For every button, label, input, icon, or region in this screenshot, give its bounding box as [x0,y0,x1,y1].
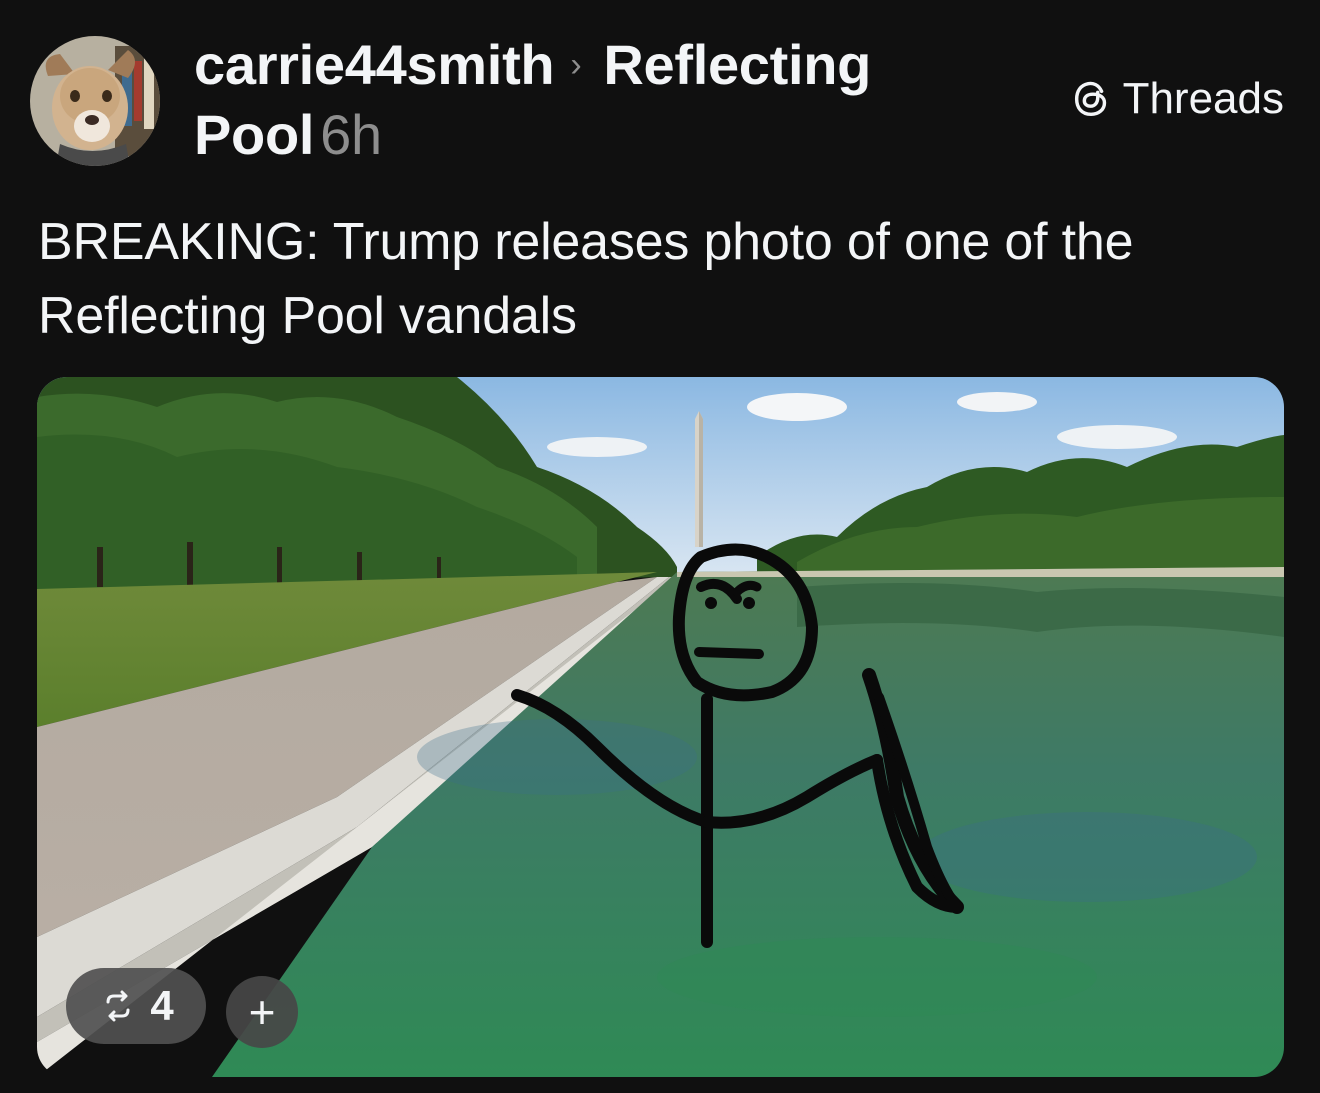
avatar[interactable] [30,36,160,166]
plus-icon: + [248,986,276,1038]
repost-count-button[interactable]: 4 [66,968,206,1044]
threads-label: Threads [1122,74,1284,123]
username-link[interactable]: carrie44smith [194,33,555,96]
dog-avatar-icon [30,36,160,166]
repost-icon [106,990,130,1022]
post-body: BREAKING: Trump releases photo of one of… [38,205,1298,353]
post-header: carrie44smith › Reflecting Pool 6h [194,30,974,170]
post-text-line: Reflecting Pool vandals [38,287,577,345]
community-name-line2: Pool [194,103,315,166]
post-timestamp: 6h [320,103,382,166]
repost-count: 4 [150,982,174,1029]
threads-logo-icon [1074,81,1106,117]
threads-brand: Threads [1069,74,1284,124]
post-image[interactable] [37,377,1284,1077]
add-button[interactable]: + [226,976,298,1048]
post-text-line: BREAKING: Trump releases photo of one of… [38,213,1134,271]
chevron-right-icon: › [570,46,582,84]
threads-post-screenshot: carrie44smith › Reflecting Pool 6h Threads B… [0,0,1320,1093]
reflecting-pool-photo [37,377,1284,1077]
community-name-line1: Reflecting [603,33,872,96]
